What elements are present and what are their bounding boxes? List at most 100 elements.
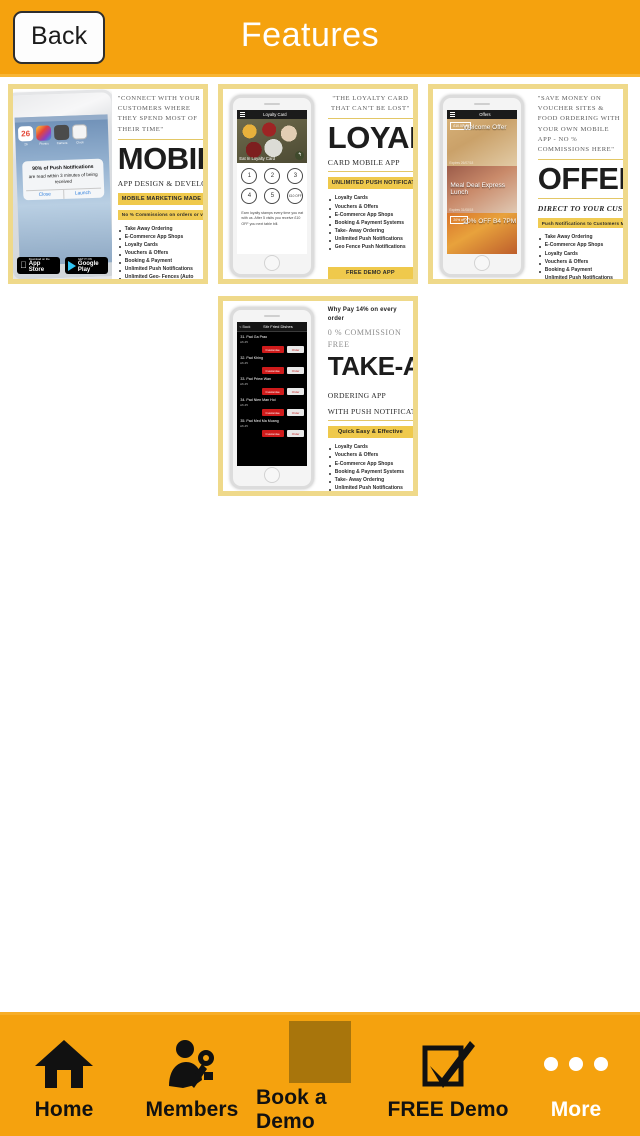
list-item: Booking & Payment Systems: [328, 468, 413, 476]
stamp: 3: [287, 168, 304, 184]
feature-ribbon-secondary: No % Commissions on orders or vouchers: [117, 209, 203, 220]
list-item: Take Away Ordering: [118, 225, 203, 233]
more-dots-icon: [544, 1036, 608, 1092]
features-content[interactable]: 26 26 Photos Camera Clock 90% of Push Not…: [0, 77, 640, 1012]
menu-item-price: £6.45: [240, 424, 248, 428]
feature-bullets: Take Away Ordering E-Commerce App Shops …: [538, 233, 623, 279]
list-item: Take Away Ordering: [538, 233, 623, 241]
feature-ribbon: Quick Easy & Effective: [327, 426, 413, 439]
order-button: Order: [286, 409, 305, 416]
store-badges:  Download on theApp Store GET IT ONGoog…: [17, 257, 108, 274]
loyalty-hero-caption: Eat In Loyalty Card: [239, 156, 276, 161]
loyalty-hero-image: Eat In Loyalty Card ↰: [237, 119, 308, 163]
feature-quote: Why Pay 14% on every order: [327, 307, 397, 323]
tab-home[interactable]: Home: [0, 1015, 128, 1136]
feature-copy-offers: "SAVE MONEY ON VOUCHER SITES & FOOD ORDE…: [532, 89, 623, 279]
features-grid: 26 26 Photos Camera Clock 90% of Push Not…: [8, 84, 640, 508]
feature-quote: "SAVE MONEY ON VOUCHER SITES & FOOD ORDE…: [537, 95, 621, 154]
takeaway-phone-mockup: < Back Stir Fried Dishes 31. Pad Ga Prao…: [230, 307, 315, 489]
menu-item-name: 32. Pad Khing: [240, 356, 263, 360]
feature-copy-mobile: "CONNECT WITH YOUR CUSTOMERS WHERE THEY …: [112, 89, 203, 279]
feature-bullets: Loyalty Cards Vouchers & Offers E-Commer…: [328, 194, 413, 251]
stamp: 4: [241, 188, 258, 204]
offer-item: £10.00 off Welcome Offer Expires 26/07/1…: [447, 119, 518, 166]
home-button-icon: [474, 255, 491, 271]
divider: [327, 420, 413, 422]
feature-card-mobile[interactable]: 26 26 Photos Camera Clock 90% of Push Not…: [8, 84, 208, 284]
menu-item-price: £6.45: [240, 403, 248, 407]
list-item: Unlimited Push Notifications: [328, 235, 413, 243]
list-item: Unlimited Push Notifications: [328, 484, 413, 491]
feature-quote: "THE LOYALTY CARD THAT CAN'T BE LOST": [331, 95, 410, 113]
list-item: Unlimited Push Notifications: [538, 274, 623, 279]
menu-item-price: £6.45: [240, 361, 248, 365]
google-play-badge: GET IT ON Google Play: [64, 257, 108, 274]
list-item: 32. Pad Khing £6.45 Customise Order: [240, 356, 305, 374]
list-item: 31. Pad Ga Prao £6.45 Customise Order: [240, 335, 305, 353]
tab-members[interactable]: Members: [128, 1015, 256, 1136]
device-mockup-offers: Offers £10.00 off Welcome Offer Expires …: [433, 89, 532, 279]
offer-title: Welcome Offer: [463, 124, 507, 131]
feature-headline: MOBILE: [117, 140, 203, 176]
feature-bullets: Take Away Ordering E-Commerce App Shops …: [118, 225, 203, 279]
offer-expiry: Expires 26/07/18: [449, 161, 474, 165]
device-mockup-mobile: 26 26 Photos Camera Clock 90% of Push Not…: [13, 89, 112, 279]
feature-subhead: CARD MOBILE APP: [327, 158, 400, 168]
order-button: Order: [286, 346, 305, 353]
feature-ribbon: Push Notifications to Customers Mobiles: [537, 218, 623, 229]
offers-phone-mockup: Offers £10.00 off Welcome Offer Expires …: [440, 95, 525, 277]
tab-book-a-demo[interactable]: Book a Demo: [256, 1015, 384, 1136]
divider: [327, 118, 413, 120]
list-item: Geo Fence Push Notifications: [328, 243, 413, 251]
feature-subhead: APP DESIGN & DEVELOPMENT: [117, 178, 203, 188]
offer-item: 20% off 20% OFF B4 7PM: [447, 213, 518, 254]
push-alert: 90% of Push Notifications are read withi…: [22, 158, 105, 201]
push-alert-close: Close: [26, 190, 65, 201]
device-mockup-loyalty: Loyalty Card Eat In Loyalty Card ↰ 1 2 3…: [223, 89, 322, 279]
push-alert-body: are read within 3 minutes of being recei…: [28, 171, 98, 185]
list-item: Loyalty Cards: [538, 250, 623, 258]
menu-item-name: 31. Pad Ga Prao: [240, 335, 268, 339]
features-screen: Back Features 26 26 Photos Camera Clock …: [0, 0, 640, 1136]
list-item: Take- Away Ordering: [328, 227, 413, 235]
tab-members-label: Members: [145, 1097, 239, 1121]
stamp-reward: £10 OFF: [287, 188, 304, 204]
menu-item-name: 35. Pad Med Ma Muang: [240, 419, 279, 423]
tab-free-demo[interactable]: FREE Demo: [384, 1015, 512, 1136]
takeaway-nav-title: Stir Fried Dishes: [263, 324, 293, 329]
customise-button: Customise: [261, 367, 284, 374]
home-icon: [33, 1036, 95, 1092]
customise-button: Customise: [261, 388, 284, 395]
feature-card-takeaway[interactable]: < Back Stir Fried Dishes 31. Pad Ga Prao…: [218, 296, 418, 496]
tab-free-demo-label: FREE Demo: [387, 1097, 509, 1121]
menu-item-price: £6.45: [240, 340, 248, 344]
share-icon: ↰: [295, 151, 305, 160]
stamp: 2: [264, 168, 281, 184]
list-item: Unlimited Geo- Fences (Auto Push notific…: [118, 273, 203, 279]
list-item: 35. Pad Med Ma Muang £6.45 Customise Orde…: [240, 419, 305, 437]
list-item: Vouchers & Offers: [118, 249, 203, 257]
menu-item-name: 34. Pad Nien Man Hoi: [240, 398, 276, 402]
feature-bullets: Loyalty Cards Vouchers & Offers E-Commer…: [328, 443, 413, 491]
feature-ribbon-demo: FREE DEMO APP: [327, 267, 413, 279]
camera-icon: [53, 124, 70, 141]
list-item: Loyalty Cards: [118, 241, 203, 249]
feature-headline: OFFERS: [537, 161, 623, 197]
list-item: Vouchers & Offers: [328, 451, 413, 459]
app-header: Back Features: [0, 0, 640, 77]
tab-more-label: More: [550, 1097, 602, 1121]
customise-button: Customise: [261, 409, 284, 416]
home-button-icon: [264, 255, 281, 271]
apple-icon: : [20, 261, 27, 270]
menu-list: 31. Pad Ga Prao £6.45 Customise Order 32.…: [237, 332, 308, 466]
back-button[interactable]: Back: [13, 10, 106, 64]
home-button-icon: [264, 467, 281, 483]
loyalty-stamps: 1 2 3 4 5 £10 OFF: [241, 168, 304, 208]
menu-item-price: £6.45: [240, 382, 248, 386]
back-chevron-icon: < Back: [239, 324, 251, 329]
book-a-demo-icon: [289, 1020, 351, 1083]
feature-card-loyalty[interactable]: Loyalty Card Eat In Loyalty Card ↰ 1 2 3…: [218, 84, 418, 284]
tab-more[interactable]: More: [512, 1015, 640, 1136]
feature-card-offers[interactable]: Offers £10.00 off Welcome Offer Expires …: [428, 84, 628, 284]
google-play-icon: [67, 260, 76, 271]
